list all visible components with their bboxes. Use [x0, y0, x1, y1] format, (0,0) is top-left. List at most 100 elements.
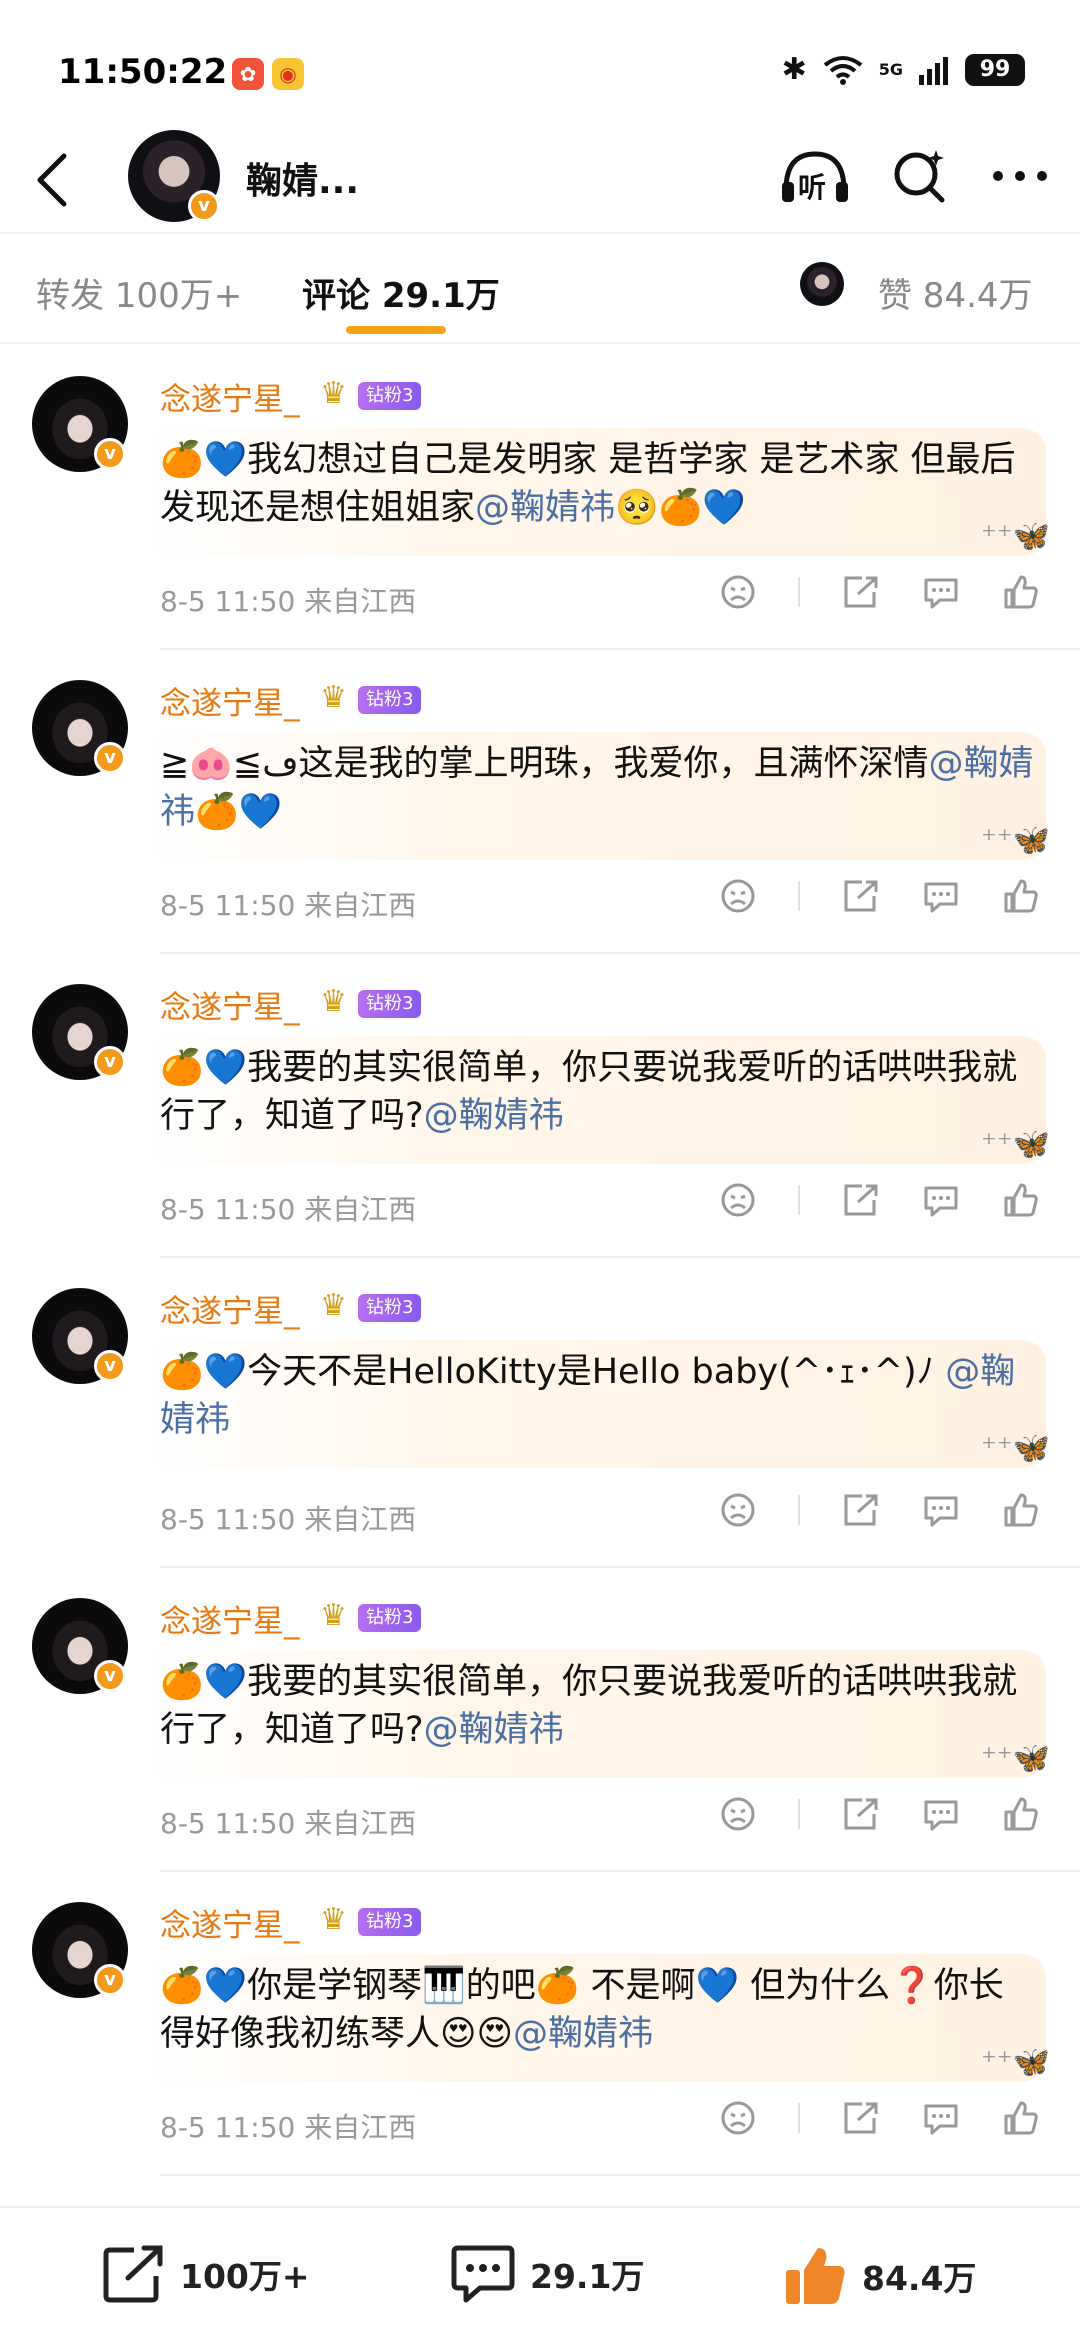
like-icon[interactable]: [1002, 574, 1040, 610]
commenter-name[interactable]: 念遂宁星_: [160, 1900, 300, 1945]
action-separator: [798, 881, 800, 911]
mention-link[interactable]: @鞠婧祎: [424, 1710, 564, 1750]
commenter-name[interactable]: 念遂宁星_: [160, 678, 300, 723]
verified-badge-icon: v: [94, 1964, 126, 1996]
comment-item[interactable]: v 念遂宁星_ ♛ 钻粉3 🍊💙今天不是HelloKitty是Hello bab…: [0, 1258, 1080, 1568]
tab-active-indicator: [346, 326, 446, 334]
commenter-name[interactable]: 念遂宁星_: [160, 374, 300, 419]
commenter-name[interactable]: 念遂宁星_: [160, 982, 300, 1027]
listen-button[interactable]: 听: [780, 148, 850, 204]
share-icon[interactable]: [842, 1796, 880, 1832]
comment-bubble: ≧🐽≦ڡ这是我的掌上明珠，我爱你，且满怀深情@鞠婧祎🍊💙 ⁺⁺🦋: [150, 732, 1050, 860]
share-icon[interactable]: [842, 878, 880, 914]
verified-badge-icon: v: [188, 190, 220, 222]
tab-bar: 转发 100万+ 评论 29.1万 赞 84.4万: [0, 232, 1080, 344]
crown-icon: ♛: [320, 376, 347, 411]
commenter-avatar[interactable]: v: [32, 680, 128, 776]
comment-actions: [720, 1182, 1040, 1218]
thumbs-up-icon: [786, 2248, 845, 2304]
share-icon[interactable]: [842, 1492, 880, 1528]
reply-icon[interactable]: [922, 1796, 960, 1832]
repost-count: 100万+: [180, 2257, 310, 2296]
tab-comment[interactable]: 评论 29.1万: [302, 268, 500, 317]
comment-meta: 8-5 11:50 来自江西: [160, 889, 417, 922]
butterfly-decoration-icon: ⁺⁺🦋: [980, 1741, 1050, 1776]
mention-link[interactable]: @鞠婧祎: [513, 2014, 653, 2054]
fan-level-badge: 钻粉3: [358, 990, 422, 1018]
comment-text: 🍊💙我幻想过自己是发明家 是哲学家 是艺术家 但最后发现还是想住姐姐家@鞠婧祎🥺…: [160, 436, 1036, 532]
comment-text: 🍊💙你是学钢琴🎹的吧🍊 不是啊💙 但为什么❓你长得好像我初练琴人😍😍@鞠婧祎: [160, 1962, 1036, 2058]
like-icon[interactable]: [1002, 1182, 1040, 1218]
comment-actions: [720, 574, 1040, 610]
comment-tail: 🥺🍊💙: [615, 488, 746, 528]
comment-item[interactable]: v 念遂宁星_ ♛ 钻粉3 🍊💙我要的其实很简单，你只要说我爱听的话哄哄我就行了…: [0, 1568, 1080, 1872]
comment-bubble: 🍊💙我要的其实很简单，你只要说我爱听的话哄哄我就行了，知道了吗?@鞠婧祎 ⁺⁺🦋: [150, 1036, 1050, 1164]
like-icon[interactable]: [1002, 2100, 1040, 2136]
action-separator: [798, 1799, 800, 1829]
like-icon[interactable]: [1002, 878, 1040, 914]
signal-icon: [919, 56, 948, 85]
comment-item[interactable]: v 念遂宁星_ ♛ 钻粉3 ≧🐽≦ڡ这是我的掌上明珠，我爱你，且满怀深情@鞠婧祎…: [0, 650, 1080, 954]
status-time: 11:50:22: [58, 52, 228, 92]
commenter-avatar[interactable]: v: [32, 376, 128, 472]
commenter-name[interactable]: 念遂宁星_: [160, 1596, 300, 1641]
fan-level-badge: 钻粉3: [358, 1294, 422, 1322]
app-notification-icon: ✿: [232, 58, 264, 90]
fan-level-badge: 钻粉3: [358, 382, 422, 410]
comment-bubble: 🍊💙你是学钢琴🎹的吧🍊 不是啊💙 但为什么❓你长得好像我初练琴人😍😍@鞠婧祎 ⁺…: [150, 1954, 1050, 2082]
commenter-avatar[interactable]: v: [32, 1288, 128, 1384]
like-icon[interactable]: [1002, 1492, 1040, 1528]
more-icon[interactable]: [990, 168, 1050, 184]
reply-icon[interactable]: [922, 574, 960, 610]
comment-item[interactable]: v 念遂宁星_ ♛ 钻粉3 🍊💙我要的其实很简单，你只要说我爱听的话哄哄我就行了…: [0, 954, 1080, 1258]
search-icon[interactable]: [892, 148, 948, 204]
action-separator: [798, 1185, 800, 1215]
network-label: 5G: [878, 60, 903, 79]
share-icon[interactable]: [842, 2100, 880, 2136]
action-separator: [798, 577, 800, 607]
dislike-icon[interactable]: [720, 2100, 756, 2136]
mention-link[interactable]: @鞠婧祎: [424, 1096, 564, 1136]
comment-button[interactable]: 29.1万: [450, 2244, 644, 2304]
weibo-notification-icon: ◉: [272, 58, 304, 90]
crown-icon: ♛: [320, 984, 347, 1019]
repost-button[interactable]: 100万+: [102, 2244, 310, 2304]
butterfly-decoration-icon: ⁺⁺🦋: [980, 2045, 1050, 2080]
comment-text: 🍊💙今天不是HelloKitty是Hello baby(^･ｪ･^)ﾉ @鞠婧祎: [160, 1348, 1036, 1444]
comment-list: v 念遂宁星_ ♛ 钻粉3 🍊💙我幻想过自己是发明家 是哲学家 是艺术家 但最后…: [0, 346, 1080, 2176]
commenter-avatar[interactable]: v: [32, 1902, 128, 1998]
tab-like[interactable]: 赞 84.4万: [878, 268, 1033, 317]
comment-text: 🍊💙我要的其实很简单，你只要说我爱听的话哄哄我就行了，知道了吗?@鞠婧祎: [160, 1658, 1036, 1754]
comment-count: 29.1万: [530, 2257, 645, 2296]
header: v 鞠婧... 听: [0, 130, 1080, 230]
comment-item[interactable]: v 念遂宁星_ ♛ 钻粉3 🍊💙你是学钢琴🎹的吧🍊 不是啊💙 但为什么❓你长得好…: [0, 1872, 1080, 2176]
comment-actions: [720, 1796, 1040, 1832]
commenter-name[interactable]: 念遂宁星_: [160, 1286, 300, 1331]
author-name[interactable]: 鞠婧...: [246, 152, 359, 204]
commenter-avatar[interactable]: v: [32, 984, 128, 1080]
like-button[interactable]: 84.4万: [784, 2244, 976, 2308]
back-icon[interactable]: [34, 152, 70, 208]
reply-icon[interactable]: [922, 1182, 960, 1218]
tab-repost[interactable]: 转发 100万+: [36, 268, 242, 317]
reply-icon[interactable]: [922, 1492, 960, 1528]
fan-level-badge: 钻粉3: [358, 1908, 422, 1936]
author-avatar[interactable]: v: [128, 130, 220, 222]
liker-avatar[interactable]: [800, 262, 844, 306]
comment-item[interactable]: v 念遂宁星_ ♛ 钻粉3 🍊💙我幻想过自己是发明家 是哲学家 是艺术家 但最后…: [0, 346, 1080, 650]
dislike-icon[interactable]: [720, 878, 756, 914]
dislike-icon[interactable]: [720, 574, 756, 610]
reply-icon[interactable]: [922, 2100, 960, 2136]
verified-badge-icon: v: [94, 438, 126, 470]
dislike-icon[interactable]: [720, 1796, 756, 1832]
like-icon[interactable]: [1002, 1796, 1040, 1832]
comment-body: 🍊💙今天不是HelloKitty是Hello baby(^･ｪ･^)ﾉ: [160, 1352, 946, 1392]
share-icon[interactable]: [842, 574, 880, 610]
wifi-icon: [823, 55, 862, 85]
commenter-avatar[interactable]: v: [32, 1598, 128, 1694]
mention-link[interactable]: @鞠婧祎: [475, 488, 615, 528]
reply-icon[interactable]: [922, 878, 960, 914]
share-icon[interactable]: [842, 1182, 880, 1218]
dislike-icon[interactable]: [720, 1182, 756, 1218]
dislike-icon[interactable]: [720, 1492, 756, 1528]
